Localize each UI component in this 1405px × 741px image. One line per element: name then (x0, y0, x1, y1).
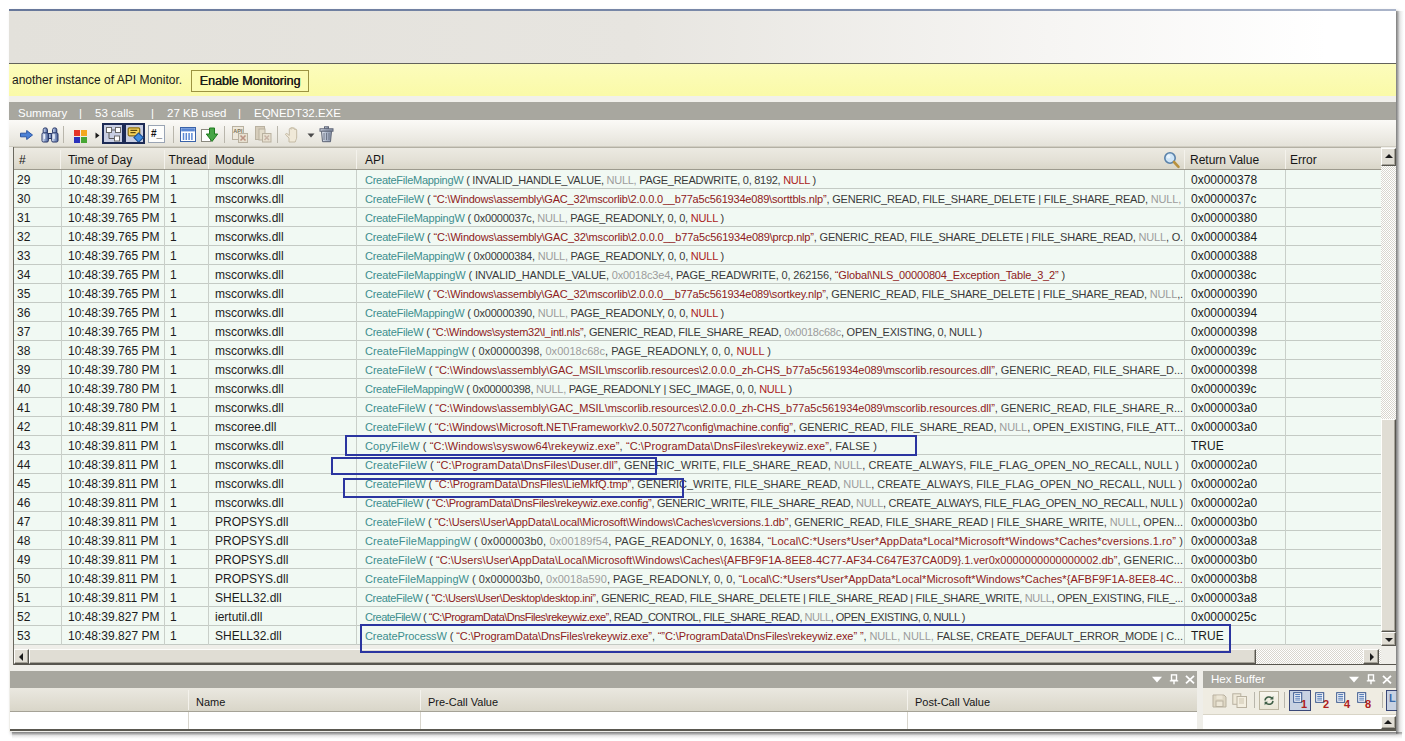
svg-text:API: API (233, 128, 243, 134)
